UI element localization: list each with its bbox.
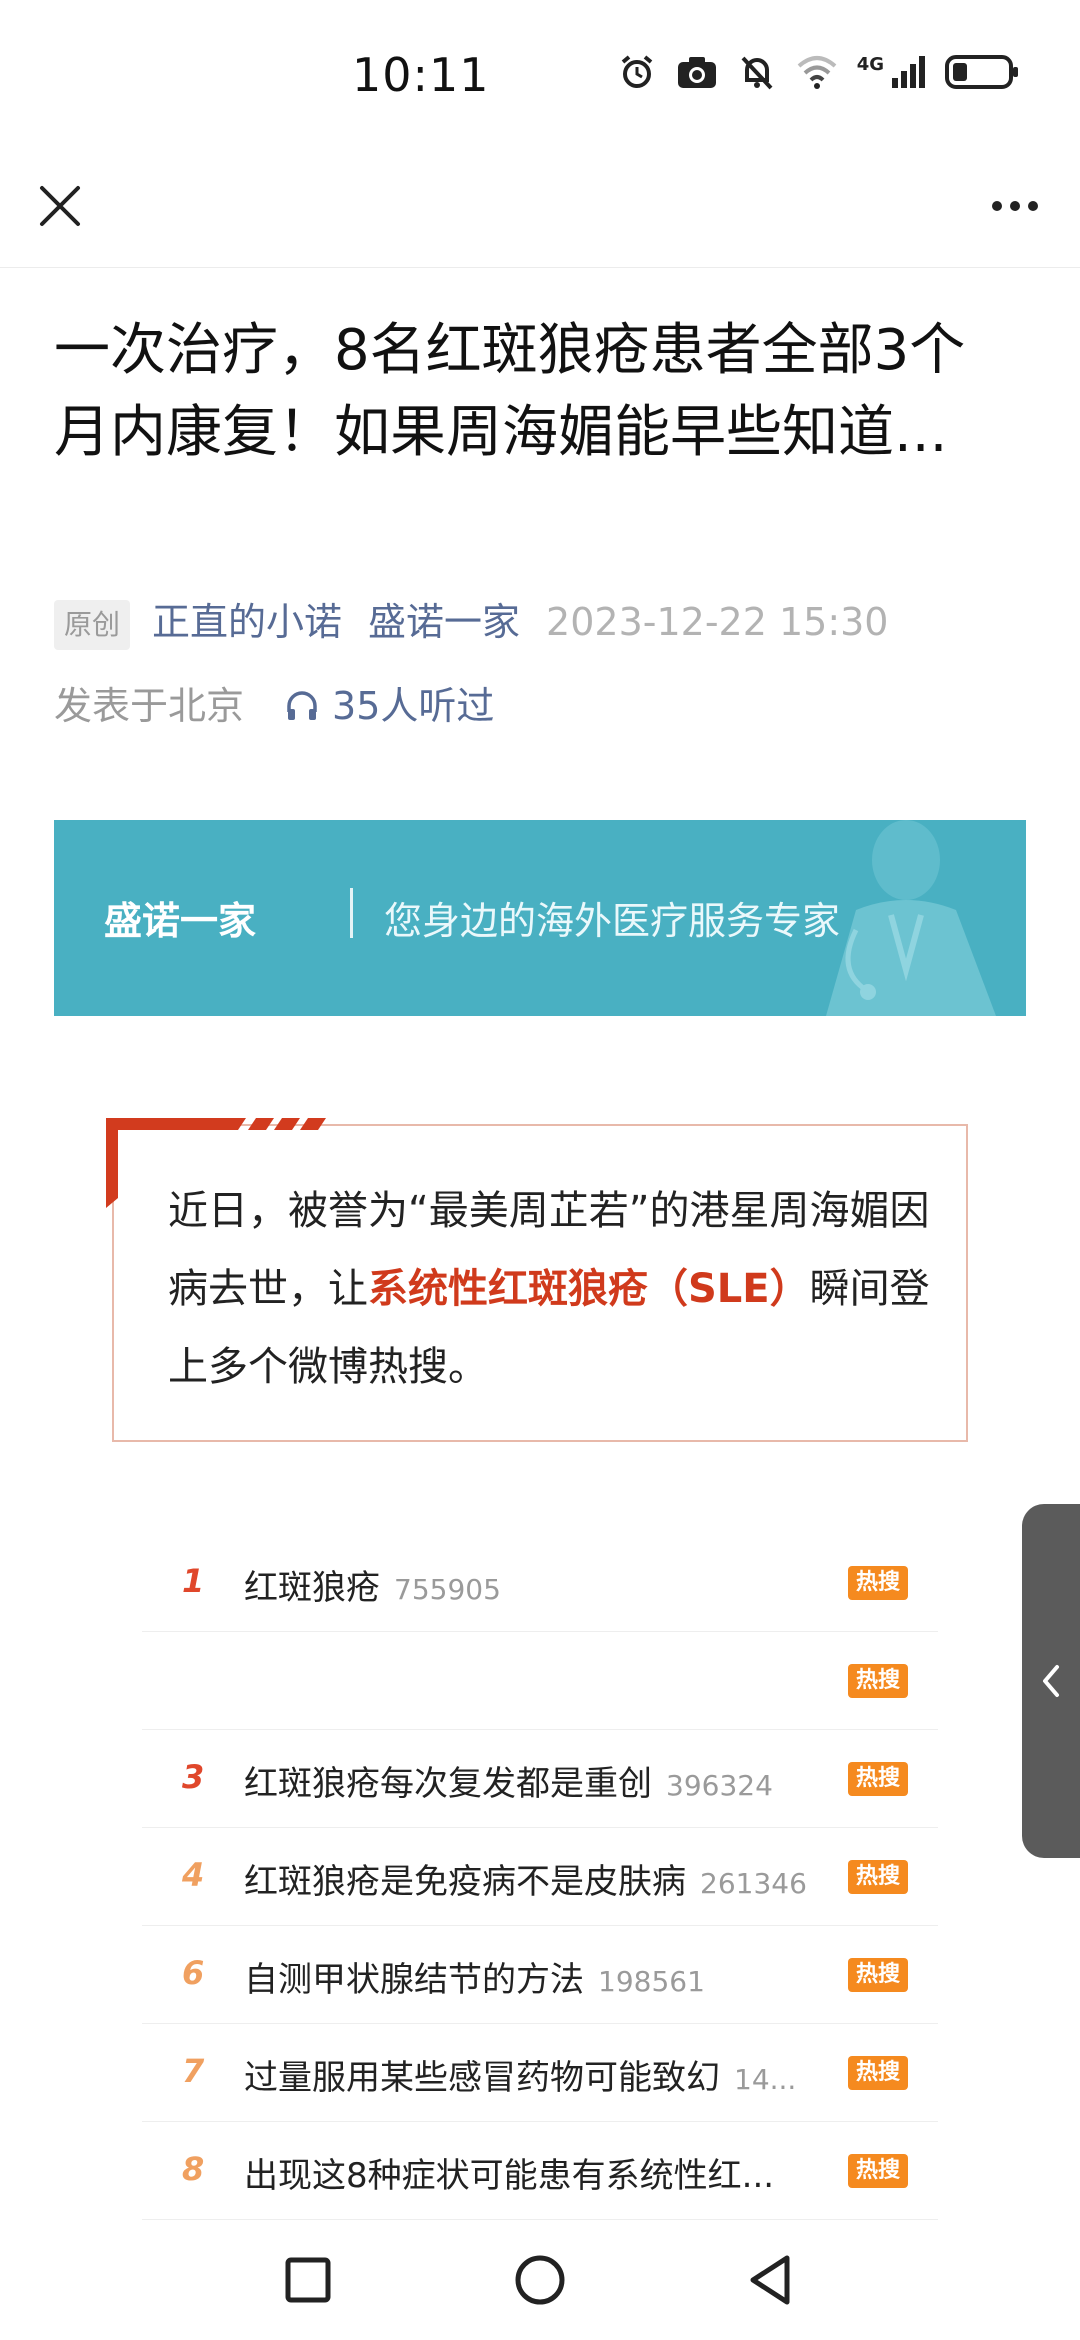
- hot-rank: 7: [182, 2052, 205, 2090]
- hot-keyword: 红斑狼疮 755905: [244, 1560, 501, 1609]
- banner-separator: [350, 888, 353, 938]
- account-link[interactable]: 盛诺一家: [368, 600, 520, 644]
- mute-icon: [737, 52, 777, 92]
- alarm-icon: [617, 52, 657, 92]
- back-button[interactable]: [730, 2240, 810, 2320]
- hot-search-row: 7 过量服用某些感冒药物可能致幻 14... 热搜: [142, 2024, 938, 2122]
- hot-keyword-text: 过量服用某些感冒药物可能致幻: [244, 2058, 720, 2098]
- hot-search-row: 4 红斑狼疮是免疫病不是皮肤病 261346 热搜: [142, 1828, 938, 1926]
- wifi-icon: [795, 52, 839, 92]
- hot-count: 198561: [598, 1965, 705, 1998]
- top-bar: [0, 150, 1080, 268]
- hot-rank: 8: [182, 2150, 205, 2188]
- hot-count: 396324: [666, 1769, 773, 1802]
- hot-rank: 6: [182, 1954, 205, 1992]
- hot-count: 261346: [700, 1867, 807, 1900]
- hot-keyword: [244, 1658, 258, 1698]
- side-drawer-handle[interactable]: [1022, 1504, 1080, 1858]
- hot-keyword: 过量服用某些感冒药物可能致幻 14...: [244, 2050, 796, 2099]
- headphones-icon: [287, 691, 317, 720]
- article-meta: 原创 正直的小诺 盛诺一家 2023-12-22 15:30: [54, 592, 1034, 652]
- hot-tag: 热搜: [847, 2056, 908, 2090]
- signal-icon: [890, 52, 926, 92]
- recents-icon: [285, 2257, 331, 2303]
- hot-tag: 热搜: [847, 2154, 908, 2188]
- hot-tag: 热搜: [847, 1762, 908, 1796]
- system-nav-bar: [0, 2220, 1080, 2340]
- hot-keyword: 出现这8种症状可能患有系统性红...: [244, 2148, 788, 2197]
- status-icons: 4G: [617, 52, 1020, 92]
- brand-banner: 盛诺一家 您身边的海外医疗服务专家: [54, 820, 1026, 1016]
- hot-search-row: 热搜: [142, 1632, 938, 1730]
- battery-icon: [944, 52, 1020, 92]
- original-badge: 原创: [54, 599, 131, 650]
- hot-keyword-text: 红斑狼疮每次复发都是重创: [244, 1764, 652, 1804]
- article-title: 一次治疗，8名红斑狼疮患者全部3个月内康复！如果周海媚能早些知道...: [54, 318, 966, 465]
- hot-keyword: 红斑狼疮是免疫病不是皮肤病 261346: [244, 1854, 807, 1903]
- hot-search-row: 8 出现这8种症状可能患有系统性红... 热搜: [142, 2122, 938, 2220]
- author-link[interactable]: 正直的小诺: [152, 600, 342, 644]
- hot-keyword-text: 红斑狼疮: [244, 1568, 380, 1608]
- more-icon-dot: [1010, 201, 1020, 211]
- hot-search-row: 3 红斑狼疮每次复发都是重创 396324 热搜: [142, 1730, 938, 1828]
- hot-search-row: 6 自测甲状腺结节的方法 198561 热搜: [142, 1926, 938, 2024]
- hot-count: 755905: [394, 1573, 501, 1606]
- close-button[interactable]: [30, 176, 90, 236]
- hot-tag: 热搜: [847, 1958, 908, 1992]
- status-time: 10:11: [352, 48, 490, 102]
- hot-tag: 热搜: [847, 1566, 908, 1600]
- hot-keyword: 红斑狼疮每次复发都是重创 396324: [244, 1756, 773, 1805]
- hot-rank: 3: [182, 1758, 205, 1796]
- back-icon: [750, 2255, 790, 2305]
- status-bar: 10:11 4G: [0, 0, 1080, 150]
- listen-count: 35人听过: [332, 684, 495, 728]
- hot-tag: 热搜: [847, 1664, 908, 1698]
- hot-rank: 1: [182, 1562, 205, 1600]
- recents-button[interactable]: [268, 2240, 348, 2320]
- publish-date: 2023-12-22 15:30: [546, 600, 889, 644]
- home-icon: [515, 2255, 565, 2305]
- hot-keyword-text: 出现这8种症状可能患有系统性红...: [244, 2156, 775, 2196]
- hot-search-row: 1 红斑狼疮 755905 热搜: [142, 1534, 938, 1632]
- banner-brand: 盛诺一家: [104, 899, 257, 943]
- intro-quote-box: 近日，被誉为“最美周芷若”的港星周海媚因病去世，让系统性红斑狼疮（SLE）瞬间登…: [106, 1118, 968, 1442]
- hot-keyword-text: 自测甲状腺结节的方法: [244, 1960, 584, 2000]
- more-icon-dot: [992, 201, 1002, 211]
- hot-keyword: 自测甲状腺结节的方法 198561: [244, 1952, 705, 2001]
- network-label: 4G: [856, 53, 884, 75]
- hot-search-image: 1 红斑狼疮 755905 热搜 热搜 3 红斑狼疮每次复发都是重创 396324 …: [142, 1534, 938, 2220]
- article-meta-line2: 发表于北京 35人听过: [54, 676, 494, 736]
- camera-icon: [675, 52, 719, 92]
- wechat-article-page: 10:11 4G 一次治疗，8名红斑狼疮患者全部3个月内康复！如果周海媚能早些知…: [0, 0, 1080, 2340]
- hot-tag: 热搜: [847, 1860, 908, 1894]
- chevron-left-icon: [1043, 1665, 1059, 1697]
- hot-count: 14...: [734, 2063, 797, 2096]
- publish-location: 发表于北京: [54, 684, 245, 728]
- hot-rank: 4: [182, 1856, 205, 1894]
- intro-highlight: 系统性红斑狼疮（SLE）: [368, 1266, 810, 1312]
- close-icon: [40, 186, 80, 226]
- intro-text: 近日，被誉为“最美周芷若”的港星周海媚因病去世，让系统性红斑狼疮（SLE）瞬间登…: [168, 1172, 958, 1406]
- listen-button[interactable]: 35人听过: [284, 676, 494, 736]
- home-button[interactable]: [500, 2240, 580, 2320]
- banner-slogan: 您身边的海外医疗服务专家: [384, 899, 841, 943]
- hot-keyword-text: 红斑狼疮是免疫病不是皮肤病: [244, 1862, 686, 1902]
- more-icon-dot: [1028, 201, 1038, 211]
- more-button[interactable]: [980, 176, 1050, 236]
